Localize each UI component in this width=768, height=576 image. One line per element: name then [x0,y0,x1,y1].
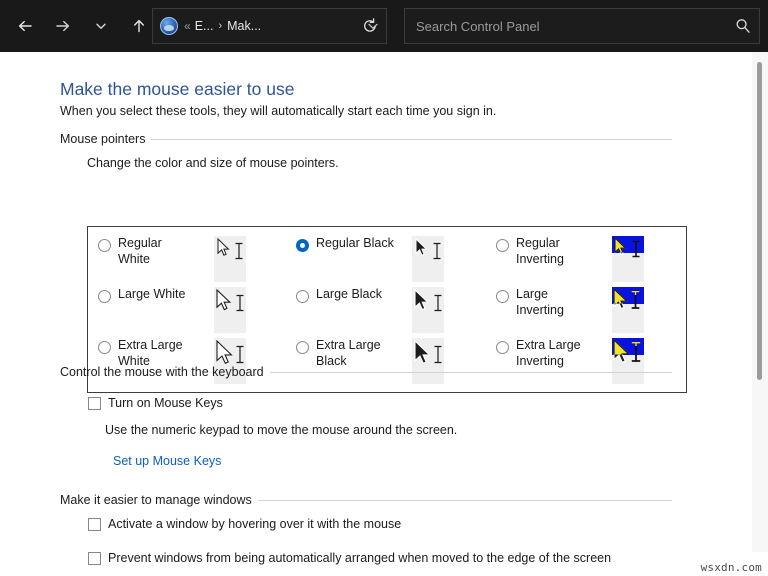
ibeam-cursor-icon [632,240,640,258]
pointer-option-extra-large-black[interactable]: Extra Large Black [296,338,486,390]
chevron-down-icon [96,23,106,29]
pointer-option-extra-large-white[interactable]: Extra Large White [98,338,288,390]
radio-large-white[interactable] [98,290,111,303]
radio-regular-black[interactable] [296,239,309,252]
pointer-option-label: Large Inverting [516,287,564,317]
pointer-option-label: Regular Black [316,236,394,250]
control-panel-window: « E... › Mak... Search Control Panel Mak… [0,0,768,576]
set-up-mouse-keys-link[interactable]: Set up Mouse Keys [113,454,221,468]
checkbox-prevent-window-arrange[interactable] [88,552,101,565]
activate-window-hover-label: Activate a window by hovering over it wi… [108,517,402,531]
pointer-option-label: Large White [118,287,186,301]
radio-extra-large-inverting[interactable] [496,341,509,354]
radio-large-black[interactable] [296,290,309,303]
arrow-cursor-white-icon [216,340,233,365]
radio-large-inverting[interactable] [496,290,509,303]
pointer-preview-black [412,236,444,282]
arrow-cursor-white-icon [217,238,230,256]
arrow-cursor-white-icon [216,289,232,311]
radio-regular-inverting[interactable] [496,239,509,252]
section-divider [151,138,672,140]
arrow-left-icon [18,20,32,32]
mouse-keys-description: Use the numeric keypad to move the mouse… [105,423,458,437]
page-title: Make the mouse easier to use [60,79,295,99]
pointer-preview-inverting [612,236,644,282]
ibeam-cursor-icon [235,242,243,260]
navigation-buttons [0,0,158,52]
arrow-cursor-black-icon [414,340,431,365]
mouse-pointers-helper-text: Change the color and size of mouse point… [87,156,339,170]
ibeam-cursor-icon [631,341,641,362]
search-input[interactable] [416,18,727,34]
section-heading-mouse-pointers: Mouse pointers [60,132,672,146]
section-heading-text: Make it easier to manage windows [60,493,252,507]
prevent-window-arrange-label: Prevent windows from being automatically… [108,551,612,565]
arrow-cursor-black-icon [415,238,428,256]
arrow-cursor-black-icon [414,289,430,311]
scrollbar-thumb[interactable] [757,62,762,380]
section-heading-manage-windows: Make it easier to manage windows [60,493,672,507]
ibeam-cursor-icon [236,345,244,364]
checkbox-activate-window-on-hover[interactable] [88,518,101,531]
refresh-icon [364,18,376,32]
control-panel-globe-icon [160,17,178,35]
pointer-option-label: Regular Inverting [516,236,564,266]
forward-button[interactable] [44,6,82,46]
address-bar[interactable]: « E... › Mak... [152,8,387,44]
pointer-option-regular-white[interactable]: Regular White [98,236,288,288]
activate-window-hover-row[interactable]: Activate a window by hovering over it wi… [88,517,401,532]
arrow-up-icon [134,19,144,33]
recent-locations-button[interactable] [82,6,120,46]
section-heading-text: Mouse pointers [60,132,146,146]
pointer-preview-large-black [412,287,444,333]
pointer-option-extra-large-inverting[interactable]: Extra Large Inverting [496,338,686,390]
section-heading-keyboard-control: Control the mouse with the keyboard [60,365,672,379]
arrow-right-icon [56,20,70,32]
mouse-keys-label: Turn on Mouse Keys [108,396,223,410]
breadcrumb-item-2[interactable]: Mak... [227,19,261,33]
refresh-button[interactable] [355,9,385,43]
search-icon [736,19,750,33]
ibeam-cursor-icon [433,242,441,260]
pointer-option-regular-inverting[interactable]: Regular Inverting [496,236,686,288]
pointer-preview-white [214,236,246,282]
pointer-option-large-black[interactable]: Large Black [296,287,486,339]
checkbox-turn-on-mouse-keys[interactable] [88,397,101,410]
breadcrumb-overflow-icon[interactable]: « [184,19,191,33]
pointer-option-regular-black[interactable]: Regular Black [296,236,486,288]
arrow-cursor-inverting-icon [614,237,627,255]
radio-regular-white[interactable] [98,239,111,252]
watermark: wsxdn.com [700,561,762,574]
back-button[interactable] [6,6,44,46]
section-divider [269,371,672,373]
mouse-keys-checkbox-row[interactable]: Turn on Mouse Keys [88,396,223,411]
page-subtitle: When you select these tools, they will a… [60,104,497,118]
vertical-scrollbar[interactable] [752,52,768,576]
pointer-option-label: Regular White [118,236,162,266]
pointer-preview-large-white [214,287,246,333]
pointer-option-large-white[interactable]: Large White [98,287,288,339]
search-box[interactable] [404,8,760,44]
pointer-preview-large-inverting [612,287,644,333]
search-button[interactable] [727,9,759,43]
breadcrumb-separator-icon: › [218,20,223,32]
section-divider [257,499,672,501]
prevent-window-arrange-row[interactable]: Prevent windows from being automatically… [88,551,611,566]
radio-extra-large-white[interactable] [98,341,111,354]
pointer-option-large-inverting[interactable]: Large Inverting [496,287,686,339]
pointer-option-label: Large Black [316,287,383,301]
breadcrumb-item-1[interactable]: E... [195,19,214,33]
window-titlebar: « E... › Mak... [0,0,768,52]
ibeam-cursor-icon [434,345,442,364]
content-pane: Make the mouse easier to use When you se… [0,52,768,576]
radio-extra-large-black[interactable] [296,341,309,354]
arrow-cursor-inverting-icon [613,288,629,310]
ibeam-cursor-icon [631,290,640,309]
ibeam-cursor-icon [236,294,244,312]
ibeam-cursor-icon [434,294,442,312]
section-heading-text: Control the mouse with the keyboard [60,365,264,379]
